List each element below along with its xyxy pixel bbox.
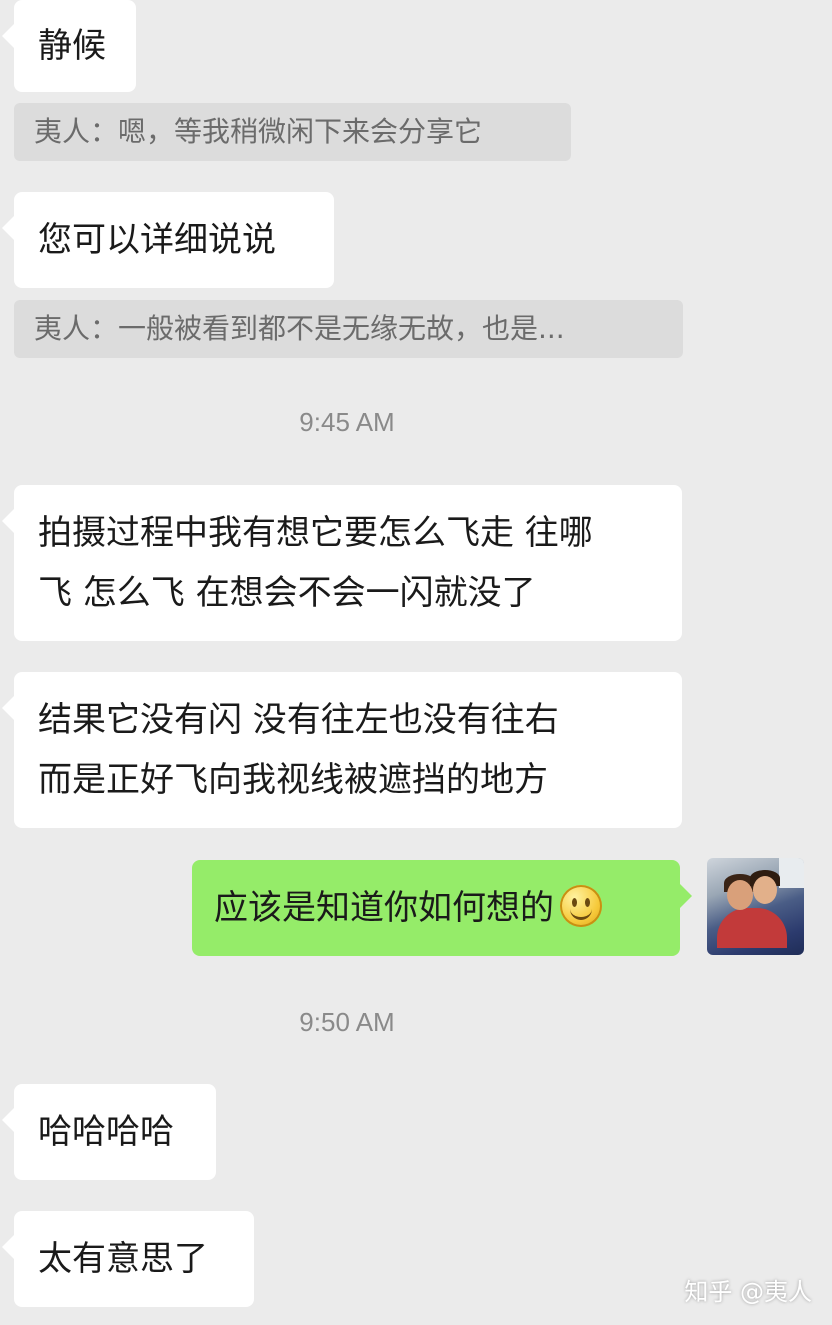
quoted-text: 夷人：嗯，等我稍微闲下来会分享它 bbox=[34, 115, 483, 148]
user-avatar[interactable] bbox=[707, 858, 804, 955]
message-text-line: 飞 怎么飞 在想会不会一闪就没了 bbox=[38, 573, 536, 613]
message-bubble[interactable]: 结果它没有闪 没有往左也没有往右 而是正好飞向我视线被遮挡的地方 bbox=[2, 672, 682, 828]
quoted-reply[interactable]: 夷人：嗯，等我稍微闲下来会分享它 bbox=[14, 103, 571, 161]
message-text-line: 拍摄过程中我有想它要怎么飞走 往哪 bbox=[38, 513, 593, 553]
message-text-line: 而是正好飞向我视线被遮挡的地方 bbox=[38, 760, 548, 800]
message-text: 您可以详细说说 bbox=[38, 220, 276, 260]
message-text: 应该是知道你如何想的 bbox=[214, 888, 554, 928]
quoted-text: 夷人：一般被看到都不是无缘无故，也是... bbox=[34, 312, 565, 345]
message-text: 太有意思了 bbox=[38, 1239, 208, 1279]
message-text: 哈哈哈哈 bbox=[38, 1112, 174, 1152]
outgoing-message-bubble[interactable]: 应该是知道你如何想的 bbox=[192, 860, 692, 956]
message-bubble[interactable]: 哈哈哈哈 bbox=[2, 1084, 216, 1180]
timestamp: 9:45 AM bbox=[299, 407, 395, 437]
message-bubble[interactable]: 拍摄过程中我有想它要怎么飞走 往哪 飞 怎么飞 在想会不会一闪就没了 bbox=[2, 485, 682, 641]
message-bubble[interactable]: 静候 bbox=[2, 0, 136, 92]
message-text-line: 结果它没有闪 没有往左也没有往右 bbox=[38, 700, 559, 740]
watermark: 知乎 @夷人 bbox=[684, 1278, 812, 1306]
message-bubble[interactable]: 太有意思了 bbox=[2, 1211, 254, 1307]
message-bubble[interactable]: 您可以详细说说 bbox=[2, 192, 334, 288]
quoted-reply[interactable]: 夷人：一般被看到都不是无缘无故，也是... bbox=[14, 300, 683, 358]
timestamp: 9:50 AM bbox=[299, 1007, 395, 1037]
message-text: 静候 bbox=[38, 26, 106, 66]
smile-emoji-icon bbox=[560, 884, 602, 927]
